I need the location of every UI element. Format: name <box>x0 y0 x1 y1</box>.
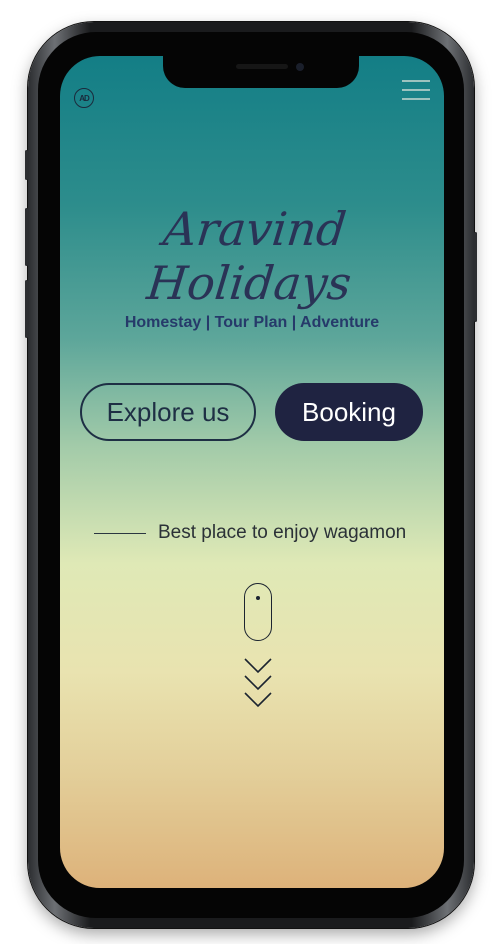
phone-side-button <box>25 208 28 266</box>
phone-side-button <box>474 232 477 322</box>
mouse-icon <box>244 583 272 641</box>
services-subtitle: Homestay | Tour Plan | Adventure <box>124 314 380 331</box>
phone-notch <box>163 52 359 88</box>
menu-line <box>402 89 430 91</box>
chevron-down-icon <box>244 692 272 708</box>
brand-logo[interactable]: AD <box>74 88 94 108</box>
tagline-text: Best place to enjoy wagamon <box>158 522 407 543</box>
page-title: Aravind Holidays <box>144 202 354 310</box>
phone-side-button <box>25 150 28 180</box>
phone-side-button <box>25 280 28 338</box>
chevron-down-icon[interactable] <box>242 656 274 716</box>
mouse-wheel-dot <box>256 596 260 600</box>
app-screen: AD Aravind Holidays Homestay | Tour Plan… <box>60 56 444 888</box>
chevron-down-icon <box>244 658 272 674</box>
phone-speaker <box>236 64 288 69</box>
hamburger-menu-icon[interactable] <box>402 80 430 102</box>
booking-button[interactable]: Booking <box>275 383 423 441</box>
explore-button[interactable]: Explore us <box>80 383 256 441</box>
chevron-down-icon <box>244 675 272 691</box>
tagline: Best place to enjoy wagamon <box>94 522 434 544</box>
menu-line <box>402 80 430 82</box>
front-camera <box>296 63 304 71</box>
tagline-divider <box>94 532 146 534</box>
menu-line <box>402 98 430 100</box>
